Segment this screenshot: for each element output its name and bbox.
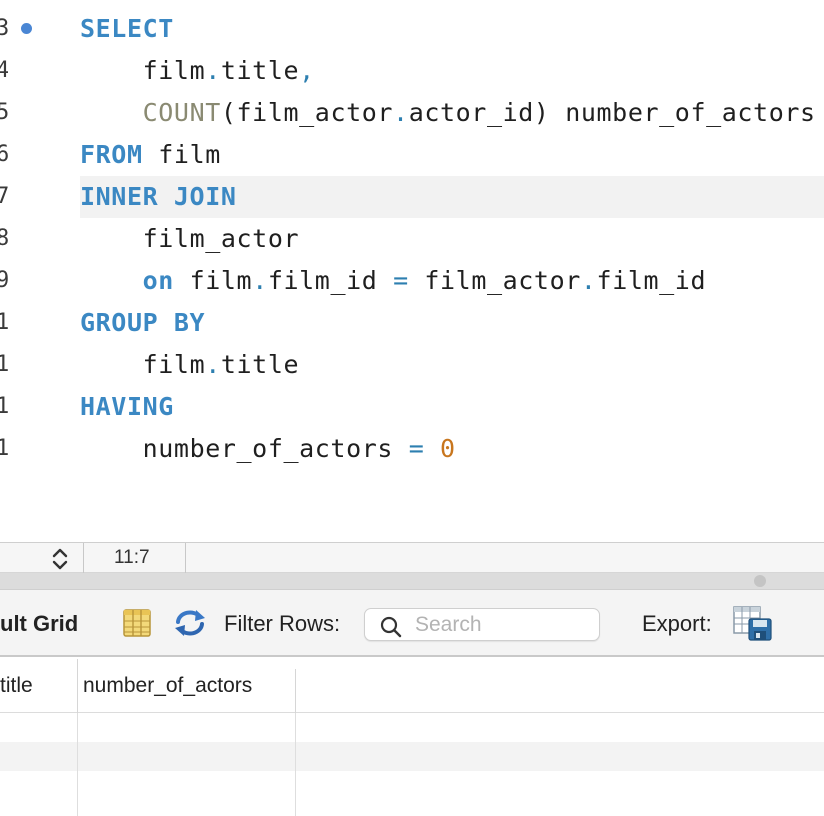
- code-token: ): [533, 98, 550, 127]
- code-token: =: [393, 266, 409, 295]
- code-line[interactable]: FROM film: [80, 134, 824, 176]
- code-token: .: [205, 56, 221, 85]
- line-number: 11: [0, 352, 8, 377]
- table-row[interactable]: [0, 742, 824, 771]
- code-token: 0: [440, 434, 456, 463]
- code-line[interactable]: film_actor: [80, 218, 824, 260]
- code-token: film_id: [596, 266, 707, 295]
- grid-columns-icon[interactable]: [123, 609, 151, 637]
- statement-marker-icon[interactable]: [21, 23, 32, 34]
- result-grid[interactable]: title number_of_actors: [0, 659, 824, 816]
- code-token: =: [408, 434, 425, 463]
- code-token: film_id: [267, 266, 394, 295]
- code-line[interactable]: GROUP BY: [80, 302, 824, 344]
- refresh-arrows-icon[interactable]: [173, 608, 207, 638]
- grid-header: title number_of_actors: [0, 659, 824, 713]
- code-token: .: [252, 266, 268, 295]
- line-number: 10: [0, 310, 8, 335]
- panel-splitter[interactable]: [0, 573, 824, 590]
- cursor-position: 11:7: [84, 543, 186, 573]
- code-token: film_actor: [236, 98, 394, 127]
- table-row[interactable]: [0, 771, 824, 800]
- code-token: COUNT: [142, 98, 221, 127]
- code-line[interactable]: SELECT: [80, 8, 824, 50]
- code-token: film_actor: [142, 224, 300, 253]
- code-line[interactable]: film.title: [80, 344, 824, 386]
- code-token: film: [142, 56, 206, 85]
- line-number: 8: [0, 226, 8, 251]
- line-number: 3: [0, 16, 8, 41]
- filter-rows-label: Filter Rows:: [224, 611, 341, 636]
- sql-editor[interactable]: 345678910111213 SELECT film.title, COUNT…: [0, 0, 824, 542]
- code-line[interactable]: HAVING: [80, 386, 824, 428]
- export-label: Export:: [642, 611, 712, 636]
- code-token: film: [142, 140, 221, 169]
- column-header-title[interactable]: title: [0, 659, 77, 713]
- code-token: film: [173, 266, 253, 295]
- code-token: .: [205, 350, 221, 379]
- code-token: GROUP BY: [80, 308, 206, 337]
- code-token: HAVING: [80, 392, 174, 421]
- code-token: number_of_actors: [549, 98, 816, 127]
- code-token: actor_id: [408, 98, 534, 127]
- code-token: INNER JOIN: [80, 182, 237, 211]
- code-token: .: [393, 98, 409, 127]
- code-token: number_of_actors: [142, 434, 409, 463]
- line-number: 9: [0, 268, 8, 293]
- code-line[interactable]: INNER JOIN: [80, 176, 824, 218]
- code-token: ,: [299, 56, 315, 85]
- column-divider[interactable]: [295, 669, 296, 713]
- line-number: 5: [0, 100, 8, 125]
- line-number: 7: [0, 184, 8, 209]
- line-number: 4: [0, 58, 8, 83]
- column-divider: [77, 713, 78, 816]
- up-down-chevron-icon[interactable]: [51, 547, 69, 571]
- magnifier-icon: [380, 616, 402, 638]
- result-toolbar: ult Grid Filter Rows: Export:: [0, 590, 824, 657]
- search-input[interactable]: [415, 611, 595, 639]
- code-token: FROM: [80, 140, 143, 169]
- export-table-disk-icon[interactable]: [733, 606, 773, 642]
- code-token: (: [220, 98, 237, 127]
- code-token: title: [220, 350, 300, 379]
- line-number: 6: [0, 142, 8, 167]
- splitter-handle[interactable]: [754, 575, 766, 587]
- zoom-stepper[interactable]: [0, 543, 84, 573]
- editor-status-bar: 11:7: [0, 542, 824, 573]
- table-row[interactable]: [0, 713, 824, 742]
- column-header-number-of-actors[interactable]: number_of_actors: [77, 659, 295, 713]
- search-field[interactable]: [364, 608, 600, 641]
- result-grid-tab-label[interactable]: ult Grid: [0, 590, 78, 657]
- code-token: film_actor: [408, 266, 581, 295]
- code-token: .: [580, 266, 597, 295]
- code-line[interactable]: film.title,: [80, 50, 824, 92]
- code-token: SELECT: [80, 14, 174, 43]
- column-divider: [295, 713, 296, 816]
- code-token: on: [142, 266, 174, 295]
- code-line[interactable]: on film.film_id = film_actor.film_id: [80, 260, 824, 302]
- line-number: 12: [0, 394, 8, 419]
- code-line[interactable]: number_of_actors = 0: [80, 428, 824, 470]
- code-line[interactable]: COUNT(film_actor.actor_id) number_of_act…: [80, 92, 824, 134]
- line-number: 13: [0, 436, 8, 461]
- code-token: film: [142, 350, 206, 379]
- code-token: title: [220, 56, 300, 85]
